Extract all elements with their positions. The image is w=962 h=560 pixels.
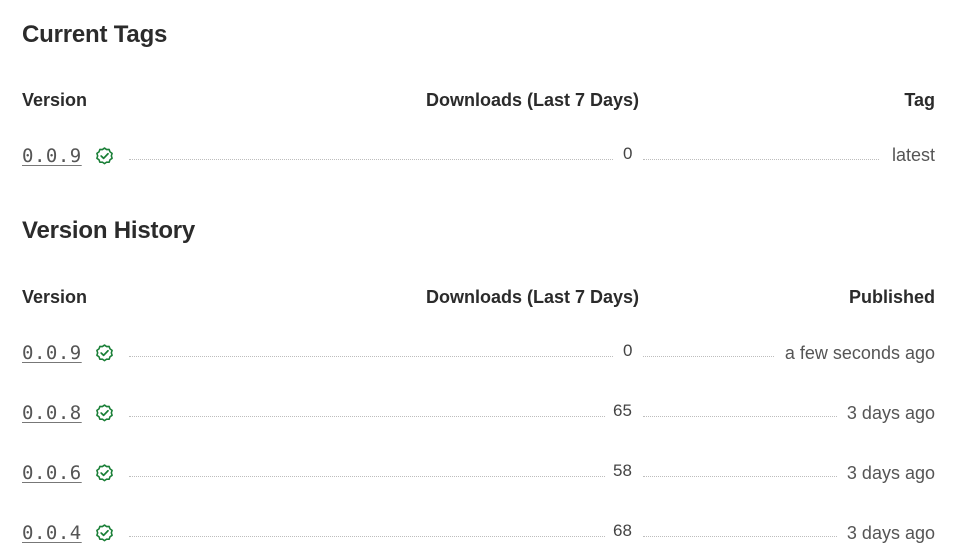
- downloads-count: 58: [613, 461, 632, 480]
- version-history-row: 0.0.6 58 3 days ago: [22, 458, 935, 488]
- dotted-leader: [129, 536, 605, 537]
- current-tag-row: 0.0.9 0 latest: [22, 141, 935, 171]
- version-history-version-header: Version: [22, 287, 88, 307]
- version-history-downloads-header: Downloads (Last 7 Days): [426, 287, 640, 307]
- verified-check-icon: [96, 147, 113, 165]
- version-history-row: 0.0.8 65 3 days ago: [22, 398, 935, 428]
- verified-check-icon: [96, 404, 113, 422]
- current-tags-downloads-header: Downloads (Last 7 Days): [426, 90, 640, 110]
- npm-versions-panel: Current Tags Version Downloads (Last 7 D…: [0, 0, 962, 560]
- dotted-leader: [129, 356, 613, 357]
- published-time: 3 days ago: [846, 403, 935, 423]
- version-link[interactable]: 0.0.8: [22, 402, 82, 424]
- dotted-leader: [129, 159, 613, 160]
- verified-check-icon: [96, 344, 113, 362]
- verified-check-icon: [96, 464, 113, 482]
- current-tags-title: Current Tags: [22, 21, 168, 48]
- current-tags-version-header: Version: [22, 90, 88, 110]
- verified-check-icon: [96, 524, 113, 542]
- version-link[interactable]: 0.0.6: [22, 462, 82, 484]
- version-history-row: 0.0.9 0 a few seconds ago: [22, 338, 935, 368]
- downloads-count: 65: [613, 401, 632, 420]
- tag-name: latest: [891, 145, 935, 165]
- version-link[interactable]: 0.0.4: [22, 522, 82, 544]
- dotted-leader: [129, 416, 605, 417]
- current-tags-tag-header: Tag: [904, 90, 935, 110]
- downloads-count: 0: [623, 341, 633, 360]
- version-history-title: Version History: [22, 217, 196, 244]
- dotted-leader: [643, 476, 837, 477]
- version-history-published-header: Published: [848, 287, 935, 307]
- dotted-leader: [643, 159, 879, 160]
- published-time: 3 days ago: [846, 523, 935, 543]
- downloads-count: 0: [623, 144, 633, 163]
- dotted-leader: [643, 356, 774, 357]
- version-history-row: 0.0.4 68 3 days ago: [22, 518, 935, 548]
- version-link[interactable]: 0.0.9: [22, 342, 82, 364]
- version-link[interactable]: 0.0.9: [22, 145, 82, 167]
- published-time: 3 days ago: [846, 463, 935, 483]
- dotted-leader: [643, 416, 837, 417]
- published-time: a few seconds ago: [784, 343, 935, 363]
- downloads-count: 68: [613, 521, 632, 540]
- dotted-leader: [643, 536, 837, 537]
- dotted-leader: [129, 476, 605, 477]
